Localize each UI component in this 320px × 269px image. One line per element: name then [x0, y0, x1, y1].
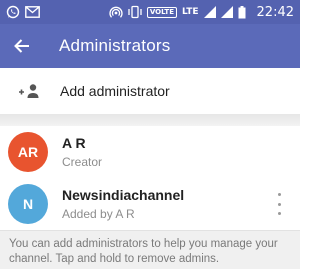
- status-right-icons: VOLTE LTE 22:42: [109, 5, 294, 20]
- status-time: 22:42: [256, 4, 294, 20]
- app-bar: Administrators: [0, 24, 300, 68]
- admin-row-creator[interactable]: AR A R Creator: [0, 127, 300, 177]
- page-title: Administrators: [59, 36, 171, 55]
- admin-added-by: Added by A R: [62, 207, 135, 221]
- more-options-icon[interactable]: [274, 193, 284, 215]
- admin-help-text: You can add administrators to help you m…: [0, 230, 300, 269]
- section-divider: [0, 114, 300, 126]
- back-button[interactable]: [0, 24, 44, 68]
- battery-icon: [238, 5, 246, 19]
- add-admin-icon: [0, 83, 60, 99]
- signal-icon: [203, 6, 216, 18]
- arrow-back-icon: [14, 39, 29, 53]
- lte-indicator: LTE: [181, 7, 199, 17]
- admin-name: Newsindiachannel: [62, 187, 185, 203]
- signal-icon: [220, 6, 233, 18]
- hotspot-icon: [109, 5, 123, 19]
- add-administrator-button[interactable]: Add administrator: [0, 68, 300, 114]
- admin-info: A R Creator: [62, 135, 102, 169]
- admin-row-newsindiachannel[interactable]: N Newsindiachannel Added by A R: [0, 179, 300, 229]
- volte-badge: VOLTE: [146, 6, 177, 18]
- avatar: N: [8, 184, 48, 224]
- admin-role: Creator: [62, 155, 103, 169]
- gmail-icon: [25, 6, 40, 18]
- avatar: AR: [8, 132, 48, 172]
- whatsapp-icon: [6, 5, 20, 19]
- admin-info: Newsindiachannel Added by A R: [62, 187, 184, 221]
- status-bar: VOLTE LTE 22:42: [0, 0, 300, 24]
- status-left-icons: [6, 5, 40, 19]
- add-administrator-label: Add administrator: [60, 83, 170, 99]
- vibrate-icon: [128, 5, 142, 19]
- admin-name: A R: [62, 135, 86, 151]
